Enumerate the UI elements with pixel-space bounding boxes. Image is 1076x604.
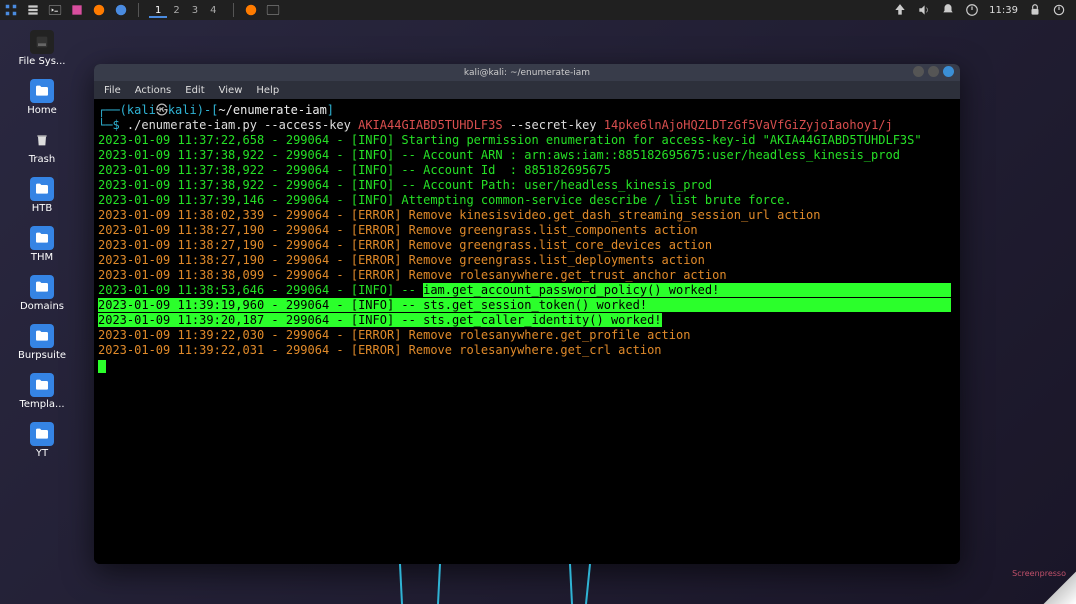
maximize-button[interactable] — [928, 66, 939, 77]
editor-icon[interactable] — [70, 3, 84, 17]
files-icon[interactable] — [26, 3, 40, 17]
lock-icon[interactable] — [1028, 3, 1042, 17]
workspace-2[interactable]: 2 — [167, 5, 185, 16]
terminal-line: 2023-01-09 11:39:22,031 - 299064 - [ERRO… — [98, 343, 956, 358]
workspace-4[interactable]: 4 — [204, 5, 222, 16]
desktop-icon-label: Home — [27, 105, 57, 116]
taskbar-right: 11:39 — [893, 3, 1072, 17]
workspace-switcher: 1234 — [149, 5, 223, 16]
desktop-icons: File Sys... Home Trash HTB THM Domains Burpsui… — [12, 30, 72, 459]
desktop-icon-label: Domains — [20, 301, 64, 312]
terminal-window: kali@kali: ~/enumerate-iam File Actions Ed… — [94, 64, 960, 564]
desktop-icon-label: File Sys... — [19, 56, 66, 67]
terminal-line: 2023-01-09 11:38:27,190 - 299064 - [ERRO… — [98, 238, 956, 253]
desktop-icon-domains[interactable]: Domains — [12, 275, 72, 312]
terminal-cursor — [98, 360, 106, 373]
terminal-menubar: File Actions Edit View Help — [94, 81, 960, 99]
terminal-line: 2023-01-09 11:39:22,030 - 299064 - [ERRO… — [98, 328, 956, 343]
desktop-icon-label: YT — [36, 448, 48, 459]
desktop-icon-templa-[interactable]: Templa... — [12, 373, 72, 410]
terminal-line: 2023-01-09 11:37:38,922 - 299064 - [INFO… — [98, 148, 956, 163]
terminal-line: 2023-01-09 11:38:38,099 - 299064 - [ERRO… — [98, 268, 956, 283]
folder-icon — [30, 373, 54, 397]
workspace-1[interactable]: 1 — [149, 5, 167, 18]
terminal-line: 2023-01-09 11:39:20,187 - 299064 - [INFO… — [98, 313, 956, 328]
desktop-icon-home[interactable]: Home — [12, 79, 72, 116]
terminal-line: 2023-01-09 11:38:27,190 - 299064 - [ERRO… — [98, 253, 956, 268]
folder-icon — [30, 177, 54, 201]
menu-edit[interactable]: Edit — [185, 85, 204, 96]
menu-help[interactable]: Help — [256, 85, 279, 96]
close-button[interactable] — [943, 66, 954, 77]
wallpaper-decoration — [0, 564, 1076, 604]
desktop-icon-label: Trash — [29, 154, 55, 165]
desktop-icon-htb[interactable]: HTB — [12, 177, 72, 214]
terminal-line: 2023-01-09 11:37:38,922 - 299064 - [INFO… — [98, 163, 956, 178]
terminal-line: 2023-01-09 11:38:53,646 - 299064 - [INFO… — [98, 283, 956, 298]
window-title: kali@kali: ~/enumerate-iam — [464, 68, 590, 78]
minimize-button[interactable] — [913, 66, 924, 77]
volume-icon[interactable] — [917, 3, 931, 17]
window-titlebar[interactable]: kali@kali: ~/enumerate-iam — [94, 64, 960, 81]
taskbar: 1234 11:39 — [0, 0, 1076, 20]
folder-icon — [30, 324, 54, 348]
terminal-line: 2023-01-09 11:38:02,339 - 299064 - [ERRO… — [98, 208, 956, 223]
desktop-icon-yt[interactable]: YT — [12, 422, 72, 459]
menu-actions[interactable]: Actions — [135, 85, 172, 96]
power-icon[interactable] — [965, 3, 979, 17]
separator — [233, 3, 234, 17]
desktop-icon-label: THM — [31, 252, 53, 263]
page-curl-icon — [1036, 564, 1076, 604]
clock[interactable]: 11:39 — [989, 5, 1018, 16]
terminal-line: 2023-01-09 11:38:27,190 - 299064 - [ERRO… — [98, 223, 956, 238]
folder-icon — [30, 79, 54, 103]
separator — [138, 3, 139, 17]
terminal-icon[interactable] — [48, 3, 62, 17]
tray-icon[interactable] — [893, 3, 907, 17]
app-menu-icon[interactable] — [4, 3, 18, 17]
desktop-icon-trash[interactable]: Trash — [12, 128, 72, 165]
terminal-line: 2023-01-09 11:37:38,922 - 299064 - [INFO… — [98, 178, 956, 193]
workspace-3[interactable]: 3 — [186, 5, 204, 16]
browser-icon[interactable] — [114, 3, 128, 17]
disk-icon — [30, 30, 54, 54]
terminal-line: 2023-01-09 11:37:22,658 - 299064 - [INFO… — [98, 133, 956, 148]
firefox-task-icon[interactable] — [244, 3, 258, 17]
desktop-icon-label: Burpsuite — [18, 350, 66, 361]
taskbar-left: 1234 — [4, 3, 280, 17]
menu-file[interactable]: File — [104, 85, 121, 96]
terminal-line: 2023-01-09 11:37:39,146 - 299064 - [INFO… — [98, 193, 956, 208]
folder-icon — [30, 275, 54, 299]
desktop-icon-label: HTB — [32, 203, 53, 214]
terminal-body[interactable]: ┌──(kali㉿kali)-[~/enumerate-iam]└─$ ./en… — [94, 99, 960, 564]
terminal-line: 2023-01-09 11:39:19,960 - 299064 - [INFO… — [98, 298, 956, 313]
desktop-icon-burpsuite[interactable]: Burpsuite — [12, 324, 72, 361]
terminal-task-icon[interactable] — [266, 3, 280, 17]
notification-icon[interactable] — [941, 3, 955, 17]
desktop-icon-file-sys-[interactable]: File Sys... — [12, 30, 72, 67]
window-controls — [913, 66, 954, 77]
folder-icon — [30, 422, 54, 446]
shutdown-icon[interactable] — [1052, 3, 1066, 17]
folder-icon — [30, 226, 54, 250]
desktop-icon-label: Templa... — [19, 399, 64, 410]
firefox-icon[interactable] — [92, 3, 106, 17]
desktop-icon-thm[interactable]: THM — [12, 226, 72, 263]
menu-view[interactable]: View — [219, 85, 243, 96]
trash-icon — [30, 128, 54, 152]
